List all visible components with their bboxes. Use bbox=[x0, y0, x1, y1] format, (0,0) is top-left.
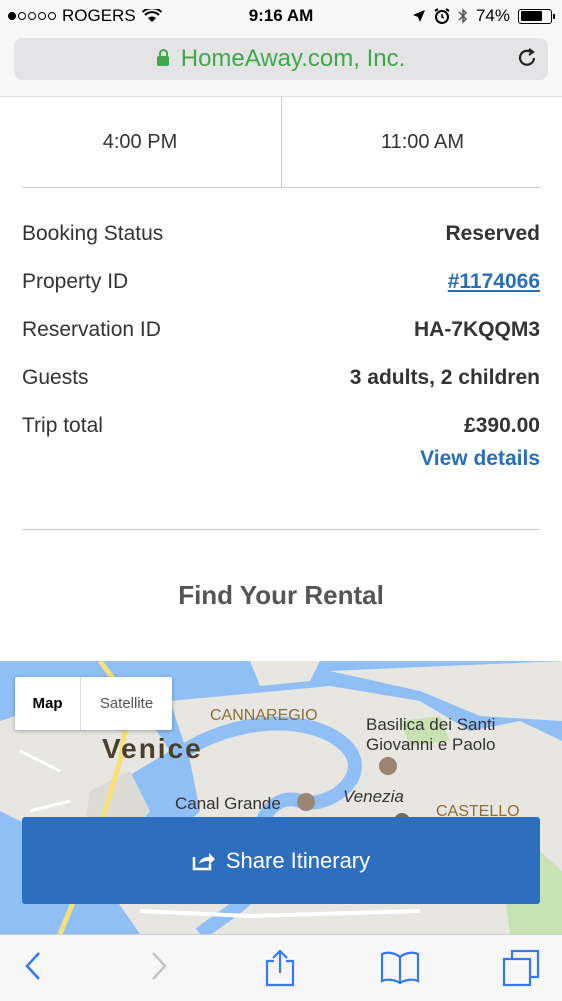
back-icon[interactable] bbox=[22, 949, 44, 983]
map-label-venice: Venice bbox=[102, 733, 203, 764]
battery-icon bbox=[518, 8, 555, 24]
lock-icon bbox=[156, 49, 169, 66]
check-out-time: 11:00 AM bbox=[281, 97, 562, 187]
tabs-icon[interactable] bbox=[502, 949, 540, 987]
map-label-basilica-1: Basilica dei Santi bbox=[366, 715, 496, 734]
share-arrow-icon bbox=[192, 852, 215, 870]
share-itinerary-button[interactable]: Share Itinerary bbox=[22, 817, 540, 904]
guests-value: 3 adults, 2 children bbox=[349, 366, 540, 389]
reload-icon[interactable] bbox=[516, 47, 538, 69]
divider bbox=[22, 187, 540, 188]
browser-address-area: HomeAway.com, Inc. bbox=[0, 32, 562, 97]
trip-total-value: £390.00 bbox=[464, 414, 540, 437]
status-icons: 74% bbox=[412, 6, 555, 26]
satellite-tab[interactable]: Satellite bbox=[81, 677, 172, 730]
booking-status-value: Reserved bbox=[445, 222, 540, 245]
checkin-checkout-times: 4:00 PM 11:00 AM bbox=[0, 97, 562, 187]
browser-toolbar bbox=[0, 934, 562, 1001]
check-in-time: 4:00 PM bbox=[102, 130, 178, 153]
row-label: Reservation ID bbox=[22, 318, 161, 341]
map-type-toggle: Map Satellite bbox=[15, 677, 172, 730]
divider bbox=[22, 529, 540, 530]
view-details-link[interactable]: View details bbox=[420, 447, 540, 471]
status-bar: ROGERS 9:16 AM 74% bbox=[0, 0, 562, 32]
battery-percent: 74% bbox=[475, 6, 510, 25]
alarm-icon bbox=[434, 8, 450, 24]
row-label: Booking Status bbox=[22, 222, 164, 245]
share-itinerary-label: Share Itinerary bbox=[225, 847, 371, 873]
reservation-id-value: HA-7KQQM3 bbox=[413, 318, 540, 341]
property-id-link[interactable]: #1174066 bbox=[448, 270, 540, 294]
site-name: HomeAway.com, Inc. bbox=[180, 45, 406, 72]
map-tab[interactable]: Map bbox=[15, 677, 81, 730]
map-label-basilica-2: Giovanni e Paolo bbox=[366, 735, 496, 754]
address-bar[interactable]: HomeAway.com, Inc. bbox=[14, 38, 548, 80]
section-title: Find Your Rental bbox=[178, 580, 384, 610]
share-icon[interactable] bbox=[264, 949, 296, 987]
forward-icon[interactable] bbox=[148, 949, 170, 983]
location-arrow-icon bbox=[412, 10, 425, 22]
map-label-cannaregio: CANNAREGIO bbox=[210, 707, 318, 724]
bluetooth-icon bbox=[458, 8, 468, 24]
row-label: Property ID bbox=[22, 270, 129, 293]
map-label-canal-grande: Canal Grande bbox=[175, 794, 281, 813]
map-label-venezia: Venezia bbox=[343, 787, 404, 806]
bookmarks-icon[interactable] bbox=[380, 949, 420, 985]
row-label: Guests bbox=[22, 366, 89, 389]
row-label: Trip total bbox=[22, 414, 103, 437]
